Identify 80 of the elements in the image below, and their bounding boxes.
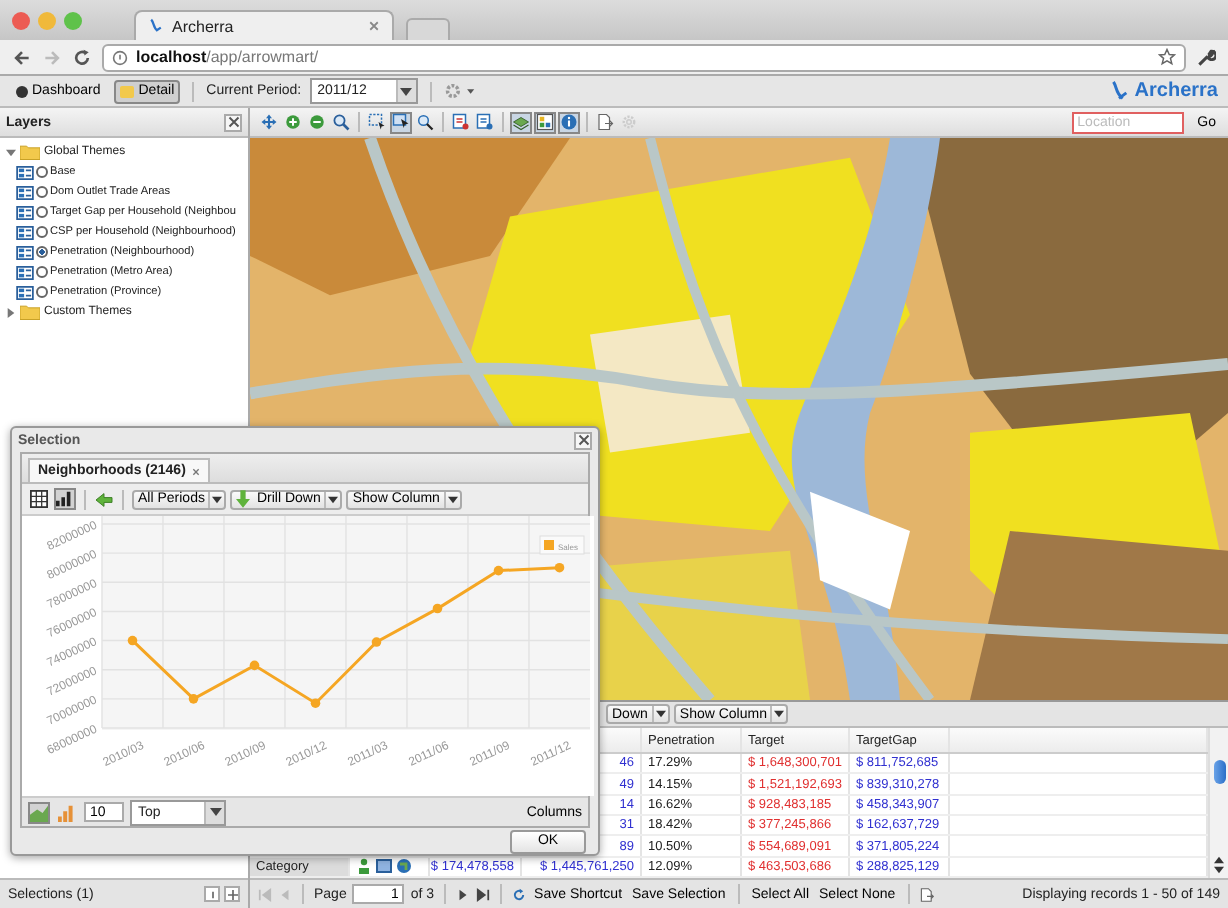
star-icon[interactable]: [1158, 48, 1176, 66]
caret-icon: [209, 808, 221, 816]
area-chart-icon[interactable]: [28, 801, 50, 823]
radio-button[interactable]: [36, 226, 48, 238]
refresh-icon[interactable]: [512, 887, 527, 901]
next-page-icon[interactable]: [456, 887, 471, 901]
add-button[interactable]: [224, 886, 240, 902]
legend-icon: [16, 285, 34, 299]
data-point: [554, 562, 565, 573]
legend-icon: [16, 185, 34, 199]
legend-icon: [16, 265, 34, 279]
page-icon: [112, 49, 128, 65]
close-button[interactable]: [224, 113, 242, 131]
legend-icon: [16, 165, 34, 179]
data-point: [188, 694, 199, 704]
expand-icon[interactable]: [6, 307, 16, 317]
export-icon[interactable]: [594, 111, 616, 133]
folder-icon: [20, 304, 40, 320]
folder-icon: [20, 144, 40, 160]
expand-icon[interactable]: [6, 147, 16, 157]
report-search-icon[interactable]: [474, 111, 496, 133]
scroll-thumb[interactable]: [1213, 760, 1225, 784]
move-icon[interactable]: [258, 111, 280, 133]
back-icon[interactable]: [12, 47, 32, 67]
caret-icon: [400, 87, 413, 95]
legend-icon: [16, 205, 34, 219]
globe-icon[interactable]: [396, 858, 412, 875]
data-point: [127, 635, 138, 646]
data-point: [310, 698, 321, 709]
scroll-down-icon[interactable]: [1214, 866, 1224, 874]
report-icon[interactable]: [450, 111, 472, 133]
caret-icon: [447, 495, 458, 503]
radio-button[interactable]: [36, 286, 48, 298]
pointer-search-icon[interactable]: [414, 111, 436, 133]
table-view-icon[interactable]: [28, 488, 50, 510]
info-button[interactable]: [204, 886, 220, 902]
close-icon[interactable]: [368, 20, 380, 32]
reload-icon[interactable]: [72, 47, 92, 67]
address-field[interactable]: localhost/app/arrowmart/: [102, 43, 1186, 71]
back-arrow-icon[interactable]: [94, 491, 114, 507]
chart-view-icon[interactable]: [54, 488, 76, 510]
close-icon[interactable]: [191, 467, 200, 475]
down-arrow-icon: [236, 490, 251, 508]
layers-icon[interactable]: [510, 111, 532, 133]
plus-icon: [227, 889, 237, 899]
scrollbar[interactable]: [1208, 728, 1228, 878]
radio-button[interactable]: [36, 266, 48, 278]
settings-icon[interactable]: [443, 82, 476, 100]
logo-icon: [148, 18, 164, 34]
data-point: [249, 660, 260, 671]
close-button[interactable]: [574, 431, 592, 449]
map-icon[interactable]: [376, 858, 392, 875]
caret-icon: [774, 710, 785, 718]
info-icon: [207, 889, 217, 899]
legend-icon: [16, 225, 34, 239]
caret-icon: [212, 495, 223, 503]
data-point: [493, 565, 504, 576]
legend-icon: [16, 245, 34, 259]
search-icon[interactable]: [330, 111, 352, 133]
radio-button[interactable]: [36, 206, 48, 218]
person-icon[interactable]: [356, 858, 372, 875]
legend-icon[interactable]: [534, 111, 556, 133]
wrench-icon[interactable]: [1196, 47, 1216, 67]
data-point: [371, 637, 382, 647]
info-icon[interactable]: [558, 111, 580, 133]
browser-tab[interactable]: Archerra: [134, 10, 394, 40]
export-icon[interactable]: [919, 887, 934, 901]
caret-icon: [655, 710, 666, 718]
pointer-icon[interactable]: [390, 111, 412, 133]
brand-logo: Archerra: [1108, 80, 1218, 102]
radio-button[interactable]: [36, 246, 48, 258]
last-page-icon[interactable]: [476, 887, 491, 901]
radio-button[interactable]: [36, 166, 48, 178]
caret-icon: [328, 495, 339, 503]
select-box-icon[interactable]: [366, 111, 388, 133]
radio-button[interactable]: [36, 186, 48, 198]
zoom-in-icon[interactable]: [282, 111, 304, 133]
scroll-up-icon[interactable]: [1214, 856, 1224, 864]
zoom-out-icon[interactable]: [306, 111, 328, 133]
data-point: [432, 603, 443, 614]
